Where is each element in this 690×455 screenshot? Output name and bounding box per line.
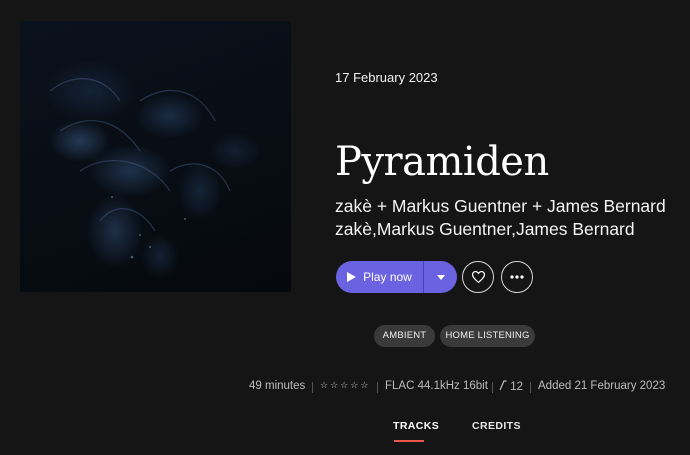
meta-divider bbox=[530, 382, 531, 393]
tab-tracks[interactable]: TRACKS bbox=[393, 420, 439, 432]
meta-divider bbox=[492, 382, 493, 393]
album-cover-art bbox=[20, 21, 291, 292]
flower-artwork bbox=[20, 21, 291, 292]
meta-divider bbox=[377, 382, 378, 393]
play-now-label: Play now bbox=[363, 270, 412, 284]
tag-home-listening[interactable]: HOME LISTENING bbox=[440, 325, 535, 347]
artist-credit: zakè + Markus Guentner + James Bernard bbox=[335, 196, 666, 216]
release-date: 17 February 2023 bbox=[335, 70, 438, 85]
tag-ambient[interactable]: AMBIENT bbox=[374, 325, 435, 347]
star-rating[interactable]: ☆ ☆ ☆ ☆ ☆ bbox=[320, 380, 368, 391]
track-count-value: 12 bbox=[510, 381, 523, 393]
duration: 49 minutes bbox=[249, 380, 306, 392]
play-options-dropdown[interactable] bbox=[424, 261, 457, 293]
play-icon bbox=[347, 272, 357, 282]
track-count: 12 bbox=[499, 380, 523, 393]
active-tab-indicator bbox=[394, 440, 424, 442]
artist-link-james-bernard[interactable]: James Bernard bbox=[516, 219, 635, 239]
caret-down-icon bbox=[436, 274, 445, 280]
more-options-button[interactable] bbox=[501, 261, 533, 293]
star-icon[interactable]: ☆ bbox=[360, 380, 368, 391]
audio-format: FLAC 44.1kHz 16bit bbox=[385, 380, 488, 392]
heart-icon bbox=[471, 271, 485, 283]
artist-link-zake[interactable]: zakè bbox=[335, 219, 372, 239]
album-page: 17 February 2023 Pyramiden zakè + Markus… bbox=[0, 0, 690, 455]
music-note-icon bbox=[499, 380, 507, 391]
date-added: Added 21 February 2023 bbox=[538, 380, 666, 392]
play-button-group: Play now bbox=[336, 261, 457, 293]
star-icon[interactable]: ☆ bbox=[340, 380, 348, 391]
star-icon[interactable]: ☆ bbox=[330, 380, 338, 391]
play-now-button[interactable]: Play now bbox=[336, 261, 423, 293]
album-title: Pyramiden bbox=[335, 139, 549, 185]
favorite-button[interactable] bbox=[462, 261, 494, 293]
meta-divider bbox=[312, 382, 313, 393]
star-icon[interactable]: ☆ bbox=[350, 380, 358, 391]
content-tabs: TRACKS CREDITS bbox=[0, 420, 690, 455]
more-icon bbox=[510, 275, 524, 279]
star-icon[interactable]: ☆ bbox=[320, 380, 328, 391]
tab-credits[interactable]: CREDITS bbox=[472, 420, 521, 432]
artist-link-markus-guentner[interactable]: Markus Guentner bbox=[377, 219, 511, 239]
artist-links: zakè,Markus Guentner,James Bernard bbox=[335, 219, 635, 239]
